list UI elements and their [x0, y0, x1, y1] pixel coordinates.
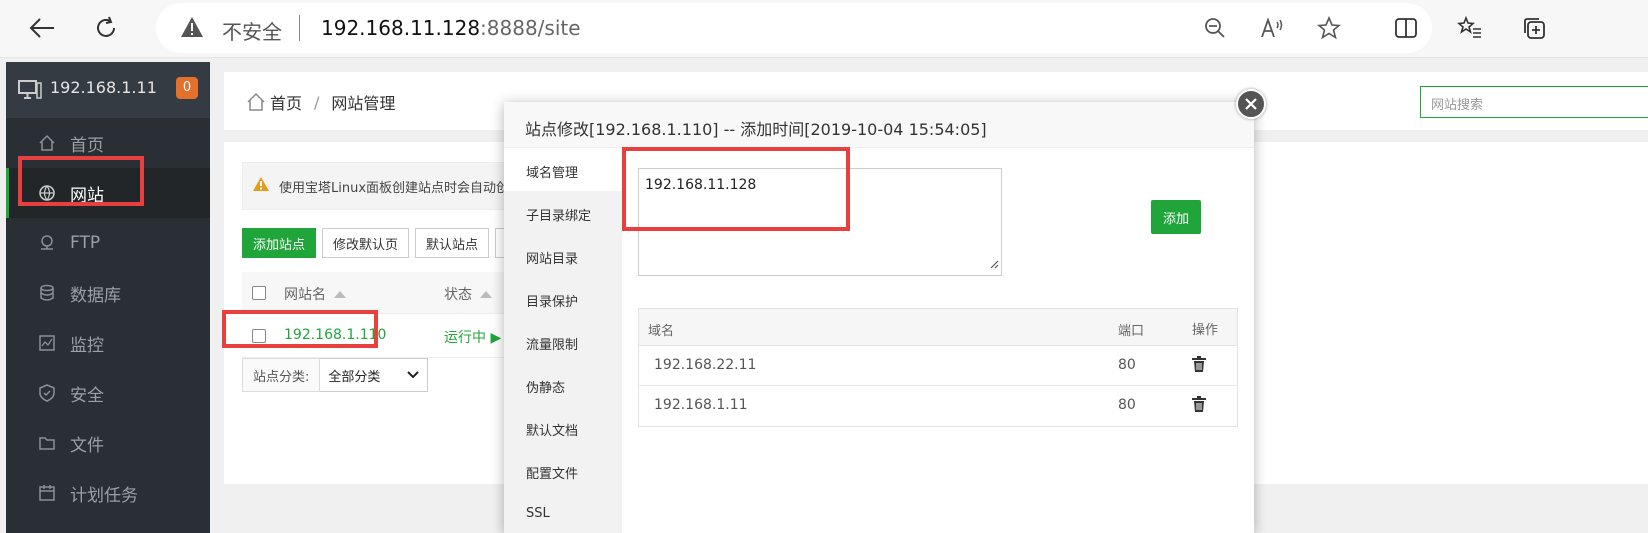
- col-site-name-label: 网站名: [284, 287, 326, 303]
- edit-default-page-button[interactable]: 修改默认页: [322, 228, 410, 258]
- reload-icon[interactable]: [88, 10, 124, 46]
- close-icon: [1245, 98, 1257, 110]
- sidebar-item-monitor[interactable]: 监控: [6, 318, 210, 368]
- insecure-label: 不安全: [222, 20, 282, 44]
- favorites-list-icon[interactable]: [1452, 10, 1488, 46]
- domain-table: 域名 端口 操作 192.168.22.11 80 192.168.1.11 8…: [638, 308, 1238, 427]
- url-text: 192.168.11.128:8888/site: [321, 16, 581, 40]
- col-domain: 域名: [648, 324, 675, 339]
- server-header: 192.168.1.11 0: [6, 62, 210, 118]
- resize-handle-icon[interactable]: [989, 257, 999, 273]
- highlight-box-site-row: [222, 310, 378, 348]
- port-cell: 80: [1118, 357, 1136, 373]
- breadcrumb-home[interactable]: 首页: [270, 90, 302, 114]
- trash-icon[interactable]: [1192, 396, 1206, 416]
- sidebar-item-security[interactable]: 安全: [6, 368, 210, 418]
- table-row: 192.168.1.11 80: [639, 386, 1237, 426]
- status-running[interactable]: 运行中 ▶: [444, 327, 501, 347]
- split-screen-icon[interactable]: [1388, 10, 1424, 46]
- table-row: 192.168.22.11 80: [639, 346, 1237, 386]
- monitor-chart-icon: [36, 332, 58, 354]
- add-domain-button[interactable]: 添加: [1151, 200, 1201, 234]
- site-search-input[interactable]: 网站搜索: [1420, 86, 1648, 118]
- tab-rewrite[interactable]: 伪静态: [504, 363, 622, 406]
- shield-icon: [36, 382, 58, 404]
- address-separator: [299, 15, 300, 41]
- category-value: 全部分类: [328, 369, 381, 385]
- dialog-title: 站点修改[192.168.1.110] -- 添加时间[2019-10-04 1…: [504, 102, 1254, 148]
- home-icon: [246, 92, 266, 112]
- highlight-box-website: [18, 156, 144, 206]
- close-dialog-button[interactable]: [1236, 89, 1266, 119]
- tab-site-dir[interactable]: 网站目录: [504, 234, 622, 277]
- domain-table-header: 域名 端口 操作: [639, 309, 1237, 346]
- notice-text: 使用宝塔Linux面板创建站点时会自动创建: [279, 180, 523, 196]
- sidebar: 192.168.1.11 0 首页 网站 FTP 数据库 监控 安全 文件 计划…: [6, 62, 210, 533]
- sidebar-item-label: FTP: [70, 233, 101, 253]
- tab-domain-manage[interactable]: 域名管理: [504, 148, 622, 191]
- sidebar-item-label: 计划任务: [70, 485, 138, 506]
- dialog-nav: 域名管理 子目录绑定 网站目录 目录保护 流量限制 伪静态 默认文档 配置文件 …: [504, 148, 622, 533]
- sort-up-icon: [334, 290, 346, 298]
- sidebar-item-label: 数据库: [70, 285, 121, 306]
- browser-toolbar: 不安全 192.168.11.128:8888/site: [0, 0, 1648, 58]
- sidebar-item-label: 监控: [70, 335, 104, 356]
- sort-up-icon: [480, 290, 492, 298]
- tab-default-doc[interactable]: 默认文档: [504, 406, 622, 449]
- tab-subdir-bind[interactable]: 子目录绑定: [504, 191, 622, 234]
- address-bar[interactable]: 不安全 192.168.11.128:8888/site: [156, 3, 1432, 53]
- site-edit-dialog: 站点修改[192.168.1.110] -- 添加时间[2019-10-04 1…: [504, 102, 1254, 533]
- zoom-out-icon[interactable]: [1200, 13, 1230, 43]
- col-status[interactable]: 状态: [444, 284, 492, 304]
- breadcrumb: 首页 / 网站管理: [246, 90, 395, 114]
- ftp-icon: [36, 232, 58, 254]
- col-port: 端口: [1118, 324, 1145, 339]
- database-icon: [36, 282, 58, 304]
- col-status-label: 状态: [444, 287, 472, 303]
- domain-cell: 192.168.1.11: [654, 397, 748, 413]
- read-aloud-icon[interactable]: [1257, 13, 1287, 43]
- default-site-button[interactable]: 默认站点: [415, 228, 490, 258]
- chevron-down-icon: [407, 368, 420, 383]
- sidebar-item-cron[interactable]: 计划任务: [6, 468, 210, 518]
- col-action: 操作: [1192, 323, 1219, 338]
- action-buttons: 添加站点 修改默认页 默认站点 分: [242, 228, 536, 258]
- monitor-icon: [18, 80, 42, 104]
- add-site-button[interactable]: 添加站点: [242, 228, 317, 258]
- port-cell: 80: [1118, 397, 1136, 413]
- domain-cell: 192.168.22.11: [654, 357, 757, 373]
- category-select[interactable]: 全部分类: [320, 358, 429, 392]
- favorite-star-icon[interactable]: [1314, 13, 1344, 43]
- sidebar-item-label: 安全: [70, 385, 104, 406]
- select-all-checkbox[interactable]: [252, 286, 266, 300]
- calendar-icon: [36, 482, 58, 504]
- sidebar-item-database[interactable]: 数据库: [6, 268, 210, 318]
- warning-icon: [180, 16, 204, 42]
- breadcrumb-current: 网站管理: [331, 94, 396, 113]
- warning-icon: [253, 177, 269, 195]
- folder-icon: [36, 432, 58, 454]
- breadcrumb-separator: /: [314, 92, 320, 112]
- notification-badge[interactable]: 0: [176, 77, 198, 99]
- tab-ssl[interactable]: SSL: [504, 492, 622, 533]
- category-label: 站点分类:: [242, 358, 321, 392]
- collections-icon[interactable]: [1516, 10, 1552, 46]
- trash-icon[interactable]: [1192, 356, 1206, 376]
- sidebar-item-label: 文件: [70, 435, 104, 456]
- home-icon: [36, 132, 58, 154]
- tab-traffic-limit[interactable]: 流量限制: [504, 320, 622, 363]
- tab-dir-protect[interactable]: 目录保护: [504, 277, 622, 320]
- sidebar-item-ftp[interactable]: FTP: [6, 218, 210, 268]
- url-path: :8888/site: [480, 16, 581, 40]
- sidebar-item-files[interactable]: 文件: [6, 418, 210, 468]
- sidebar-item-label: 首页: [70, 135, 104, 156]
- back-arrow-icon[interactable]: [24, 10, 60, 46]
- category-filter: 站点分类: 全部分类: [242, 358, 429, 392]
- col-site-name[interactable]: 网站名: [284, 284, 346, 304]
- server-host: 192.168.1.11: [50, 78, 157, 97]
- url-host: 192.168.11.128: [321, 16, 481, 40]
- tab-config-file[interactable]: 配置文件: [504, 449, 622, 492]
- highlight-box-domain-input: [622, 147, 850, 231]
